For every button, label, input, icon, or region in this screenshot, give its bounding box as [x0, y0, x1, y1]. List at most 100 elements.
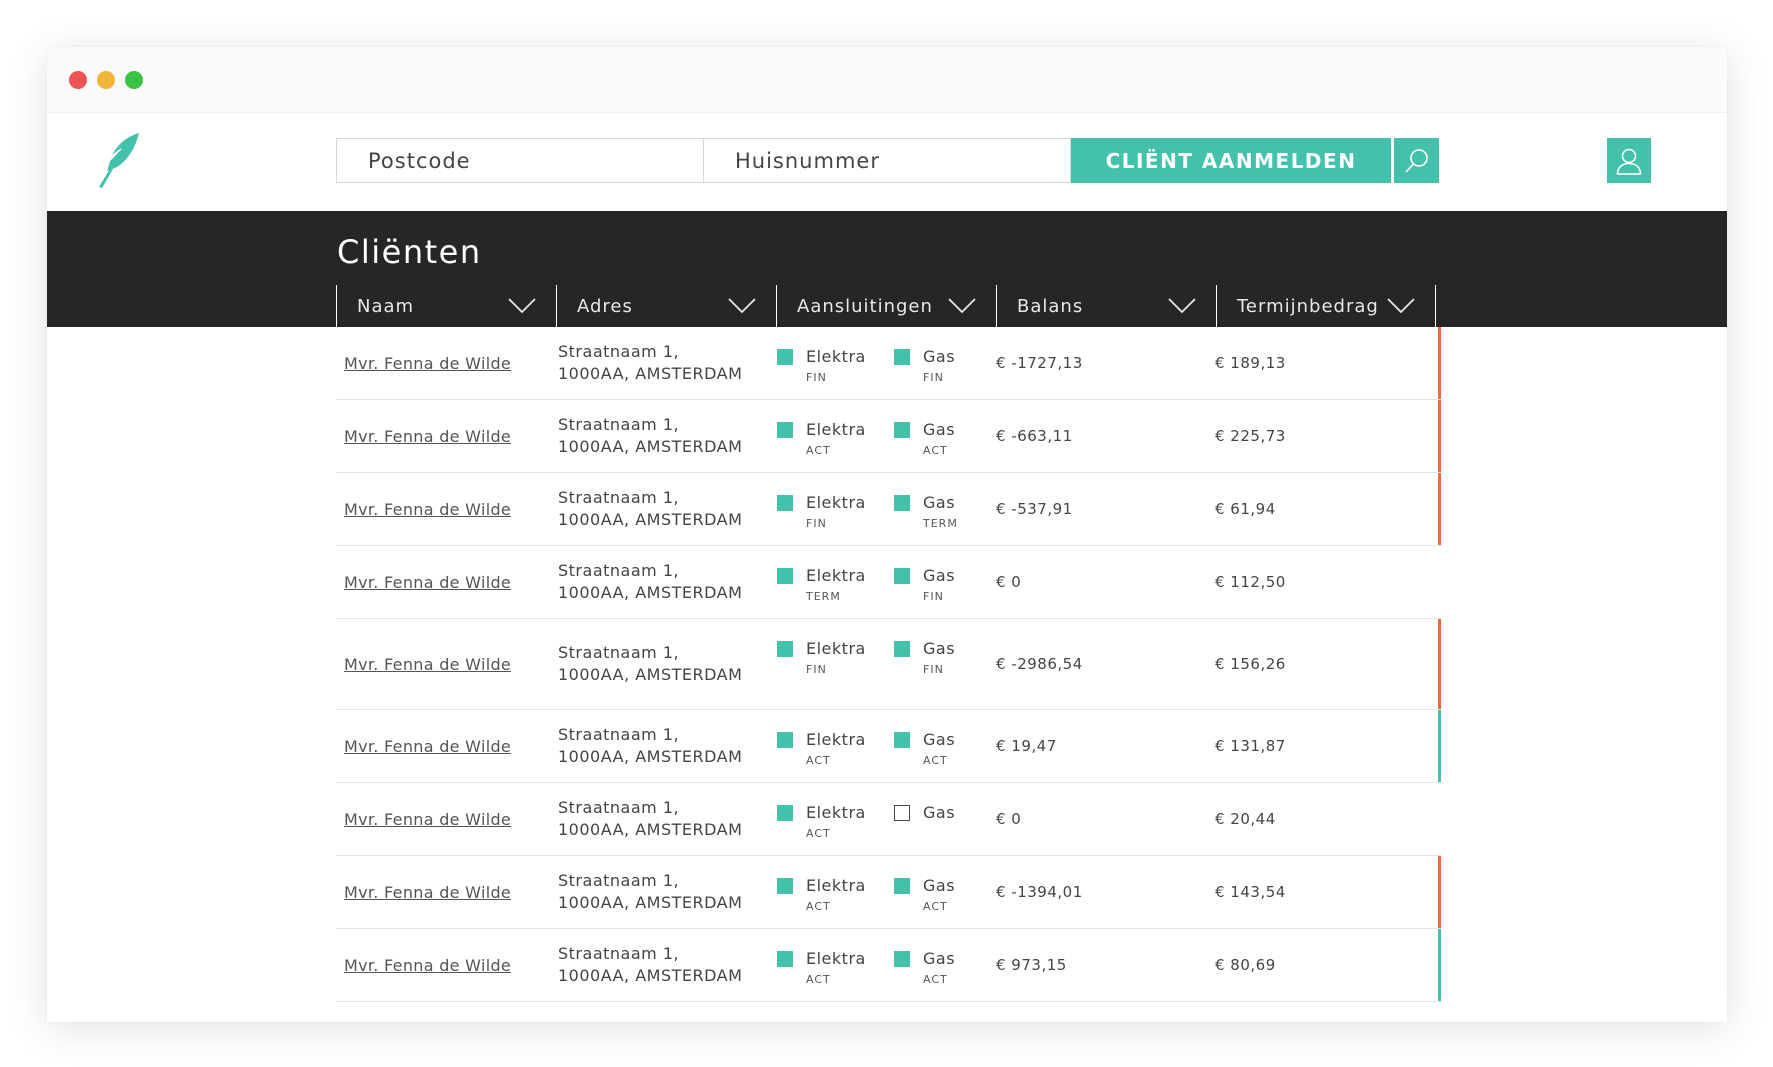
installment-amount: € 143,54 [1215, 883, 1286, 901]
address-line-street: Straatnaam 1, [558, 342, 680, 361]
connection-elektra: Elektra FIN [777, 473, 866, 545]
connection-label: Gas [923, 566, 956, 585]
connection-gas: Gas FIN [894, 619, 955, 709]
table-row[interactable]: Mvr. Fenna de Wilde Straatnaam 1, 1000AA, … [336, 473, 1441, 546]
table-row[interactable]: Mvr. Fenna de Wilde Straatnaam 1, 1000AA, … [336, 619, 1441, 710]
client-address: Straatnaam 1, 1000AA, AMSTERDAM [558, 710, 742, 782]
column-header-adres[interactable]: Adres [556, 285, 776, 327]
connection-elektra: Elektra ACT [777, 856, 866, 928]
balance-status-indicator [1438, 473, 1441, 545]
table-row[interactable]: Mvr. Fenna de Wilde Straatnaam 1, 1000AA, … [336, 929, 1441, 1002]
column-header-aansluitingen[interactable]: Aansluitingen [776, 285, 996, 327]
user-account-button[interactable] [1607, 138, 1651, 183]
search-button[interactable] [1394, 138, 1439, 183]
client-name-link[interactable]: Mvr. Fenna de Wilde [344, 354, 511, 373]
postcode-input[interactable]: Postcode [336, 138, 704, 183]
client-name-link[interactable]: Mvr. Fenna de Wilde [344, 655, 511, 674]
status-square-icon [894, 641, 910, 657]
connection-label: Elektra [806, 347, 866, 366]
address-line-city: 1000AA, AMSTERDAM [558, 437, 743, 456]
connection-status: ACT [923, 900, 948, 913]
column-header-naam[interactable]: Naam [336, 285, 556, 327]
feather-logo-icon[interactable] [95, 131, 143, 189]
status-square-icon [777, 349, 793, 365]
balance-value: € -1727,13 [996, 354, 1083, 372]
column-header-balans[interactable]: Balans [996, 285, 1216, 327]
connection-status: ACT [806, 444, 831, 457]
status-square-icon [777, 805, 793, 821]
connection-status: TERM [806, 590, 841, 603]
address-line-street: Straatnaam 1, [558, 561, 680, 580]
connection-gas: Gas ACT [894, 400, 955, 472]
chevron-down-icon [1168, 298, 1196, 314]
connection-elektra: Elektra FIN [777, 619, 866, 709]
connection-status: FIN [923, 663, 944, 676]
balance-value: € -663,11 [996, 427, 1073, 445]
client-name-link[interactable]: Mvr. Fenna de Wilde [344, 500, 511, 519]
client-name-link[interactable]: Mvr. Fenna de Wilde [344, 427, 511, 446]
maximize-window-button[interactable] [125, 71, 143, 89]
huisnummer-input[interactable]: Huisnummer [704, 138, 1071, 183]
balance-status-indicator [1438, 619, 1441, 709]
balance-value: € -2986,54 [996, 655, 1083, 673]
balance-value: € -537,91 [996, 500, 1073, 518]
balance-value: € 19,47 [996, 737, 1057, 755]
client-address: Straatnaam 1, 1000AA, AMSTERDAM [558, 783, 742, 855]
address-line-street: Straatnaam 1, [558, 944, 680, 963]
column-header-label: Adres [577, 295, 633, 317]
status-square-icon [894, 951, 910, 967]
installment-amount: € 156,26 [1215, 655, 1286, 673]
search-icon [1404, 148, 1428, 173]
status-square-icon [777, 732, 793, 748]
client-search-bar: Postcode Huisnummer CLIËNT AANMELDEN [336, 138, 1439, 183]
client-aanmelden-button[interactable]: CLIËNT AANMELDEN [1071, 138, 1391, 183]
connection-gas: Gas ACT [894, 856, 955, 928]
balance-status-indicator [1438, 929, 1441, 1001]
connection-elektra: Elektra TERM [777, 546, 866, 618]
connection-label: Elektra [806, 493, 866, 512]
connection-status: FIN [806, 371, 827, 384]
address-line-city: 1000AA, AMSTERDAM [558, 364, 743, 383]
connection-status: ACT [806, 827, 831, 840]
installment-amount: € 80,69 [1215, 956, 1276, 974]
balance-value: € 973,15 [996, 956, 1067, 974]
table-row[interactable]: Mvr. Fenna de Wilde Straatnaam 1, 1000AA, … [336, 783, 1441, 856]
address-line-city: 1000AA, AMSTERDAM [558, 583, 743, 602]
table-row[interactable]: Mvr. Fenna de Wilde Straatnaam 1, 1000AA, … [336, 546, 1441, 619]
clients-header-bar: Cliënten Naam Adres Aansluitingen Balans… [47, 211, 1727, 327]
client-address: Straatnaam 1, 1000AA, AMSTERDAM [558, 546, 742, 618]
connection-label: Gas [923, 493, 956, 512]
column-header-termijnbedrag[interactable]: Termijnbedrag [1216, 285, 1436, 327]
table-row[interactable]: Mvr. Fenna de Wilde Straatnaam 1, 1000AA, … [336, 710, 1441, 783]
client-name-link[interactable]: Mvr. Fenna de Wilde [344, 810, 511, 829]
connection-elektra: Elektra FIN [777, 327, 866, 399]
chevron-down-icon [948, 298, 976, 314]
installment-amount: € 131,87 [1215, 737, 1286, 755]
minimize-window-button[interactable] [97, 71, 115, 89]
client-address: Straatnaam 1, 1000AA, AMSTERDAM [558, 856, 742, 928]
address-line-city: 1000AA, AMSTERDAM [558, 510, 743, 529]
client-name-link[interactable]: Mvr. Fenna de Wilde [344, 737, 511, 756]
status-square-icon [777, 495, 793, 511]
table-row[interactable]: Mvr. Fenna de Wilde Straatnaam 1, 1000AA, … [336, 400, 1441, 473]
address-line-street: Straatnaam 1, [558, 415, 680, 434]
connection-status: ACT [923, 444, 948, 457]
client-name-link[interactable]: Mvr. Fenna de Wilde [344, 573, 511, 592]
connection-label: Elektra [806, 949, 866, 968]
connection-elektra: Elektra ACT [777, 783, 866, 855]
balance-status-indicator [1438, 710, 1441, 782]
client-name-link[interactable]: Mvr. Fenna de Wilde [344, 956, 511, 975]
status-square-icon [777, 641, 793, 657]
page-title: Cliënten [337, 233, 482, 271]
connection-label: Elektra [806, 730, 866, 749]
table-row[interactable]: Mvr. Fenna de Wilde Straatnaam 1, 1000AA, … [336, 856, 1441, 929]
client-name-link[interactable]: Mvr. Fenna de Wilde [344, 883, 511, 902]
connection-gas: Gas FIN [894, 546, 955, 618]
user-icon [1616, 148, 1642, 175]
chevron-down-icon [1387, 298, 1415, 314]
connection-gas: Gas ACT [894, 710, 955, 782]
close-window-button[interactable] [69, 71, 87, 89]
address-line-street: Straatnaam 1, [558, 798, 680, 817]
connection-gas: Gas FIN [894, 327, 955, 399]
table-row[interactable]: Mvr. Fenna de Wilde Straatnaam 1, 1000AA, … [336, 327, 1441, 400]
